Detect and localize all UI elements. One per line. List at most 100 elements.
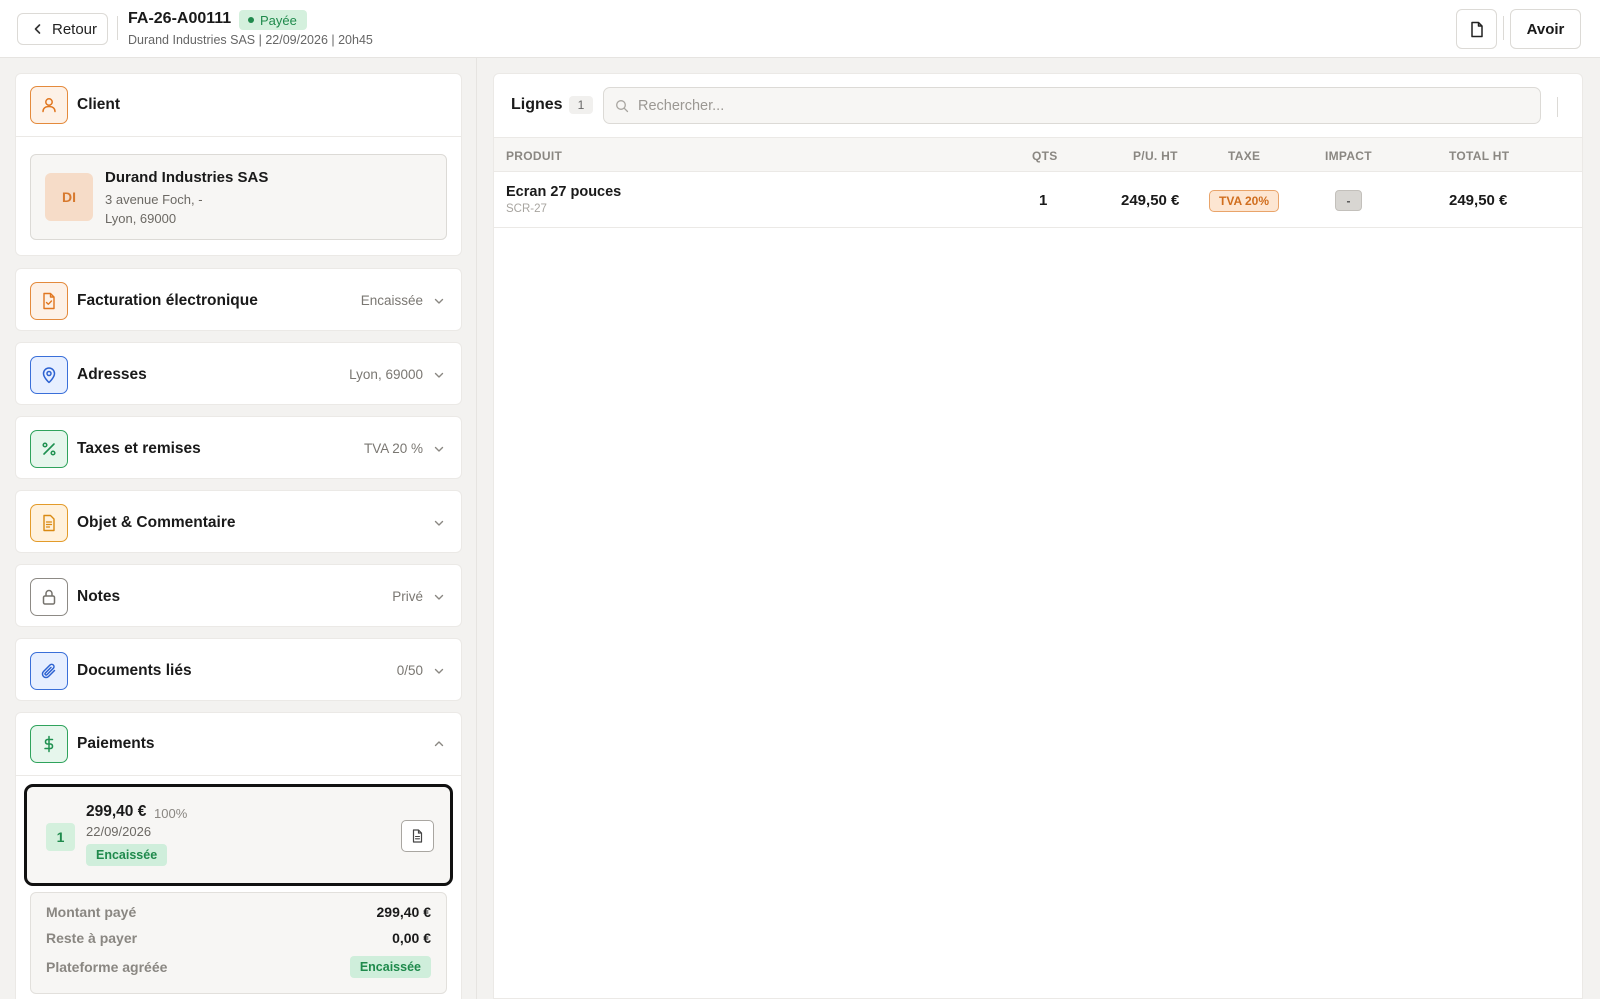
section-title: Adresses (77, 365, 147, 383)
section-value: Encaissée (360, 293, 423, 308)
status-dot-icon (248, 17, 254, 23)
section-title: Taxes et remises (77, 439, 201, 457)
address-line-1: 3 avenue Foch, - (105, 192, 203, 207)
chevron-down-icon (434, 668, 444, 674)
row-total: 249,50 € (1449, 192, 1508, 209)
section-header[interactable]: Objet & Commentaire (16, 491, 461, 554)
section-title: Paiements (77, 735, 155, 752)
section-facturation[interactable]: Facturation électronique Encaissée (15, 268, 462, 331)
section-header[interactable]: Notes Privé (16, 565, 461, 628)
divider (1503, 16, 1504, 40)
dollar-icon (30, 725, 68, 763)
client-name: Durand Industries SAS (105, 169, 269, 186)
lines-title: Lignes (511, 96, 563, 113)
section-value: 0/50 (396, 663, 423, 678)
section-objet[interactable]: Objet & Commentaire (15, 490, 462, 553)
file-check-icon (30, 281, 68, 320)
row-unit-price: 249,50 € (1121, 192, 1180, 209)
chevron-down-icon (434, 594, 444, 600)
back-button[interactable]: Retour (17, 13, 108, 45)
table-row[interactable]: Ecran 27 pouces SCR-27 1 249,50 € TVA 20… (494, 172, 1582, 228)
section-value: TVA 20 % (363, 441, 423, 456)
client-card-header: Client (16, 74, 461, 137)
row-qty: 1 (1039, 192, 1048, 209)
section-header[interactable]: Adresses Lyon, 69000 (16, 343, 461, 406)
section-notes[interactable]: Notes Privé (15, 564, 462, 627)
document-text-icon (30, 503, 68, 542)
column-qty: QTS (1032, 149, 1058, 163)
lines-header: Lignes 1 (494, 74, 1582, 138)
search-input[interactable] (638, 97, 1518, 114)
column-total: TOTAL HT (1449, 149, 1510, 163)
divider (117, 16, 118, 40)
remaining-value: 0,00 € (392, 930, 431, 946)
chevron-left-icon (34, 24, 41, 34)
percent-icon (30, 429, 68, 468)
back-label: Retour (52, 20, 98, 38)
remaining-label: Reste à payer (46, 930, 138, 946)
section-value: Privé (392, 589, 423, 604)
paperclip-icon (30, 651, 68, 690)
lines-count-badge: 1 (569, 96, 593, 114)
summary-row-paid: Montant payé 299,40 € (46, 904, 431, 920)
payment-index: 1 (46, 823, 75, 851)
section-header[interactable]: Facturation électronique Encaissée (16, 269, 461, 332)
client-summary[interactable]: DI Durand Industries SAS 3 avenue Foch, … (30, 154, 447, 240)
document-number: FA-26-A00111 (128, 10, 232, 27)
section-adresses[interactable]: Adresses Lyon, 69000 (15, 342, 462, 405)
client-address: 3 avenue Foch, - Lyon, 69000 (105, 190, 203, 228)
section-title: Documents liés (77, 661, 192, 679)
platform-label: Plateforme agréée (46, 959, 168, 975)
avoir-button[interactable]: Avoir (1510, 9, 1581, 49)
section-header[interactable]: Documents liés 0/50 (16, 639, 461, 702)
payment-percent: 100% (154, 806, 188, 821)
client-card: Client DI Durand Industries SAS 3 avenue… (15, 73, 462, 256)
lock-icon (30, 577, 68, 616)
status-label: Payée (260, 12, 297, 28)
payment-amount: 299,40 € (86, 803, 147, 820)
section-title: Notes (77, 587, 121, 605)
section-title: Facturation électronique (77, 291, 258, 309)
file-icon (1470, 21, 1483, 37)
impact-badge: - (1335, 190, 1362, 211)
section-title: Objet & Commentaire (77, 513, 236, 531)
section-documents[interactable]: Documents liés 0/50 (15, 638, 462, 701)
lines-panel: Lignes 1 PRODUIT QTS P/U. HT TAXE IMPACT… (493, 73, 1583, 999)
column-tax: TAXE (1228, 149, 1261, 163)
column-unit-price: P/U. HT (1133, 149, 1178, 163)
section-taxes[interactable]: Taxes et remises TVA 20 % (15, 416, 462, 479)
client-title: Client (77, 96, 121, 113)
column-product: PRODUIT (506, 149, 563, 163)
summary-row-platform: Plateforme agréée Encaissée (46, 956, 431, 978)
chevron-down-icon (434, 298, 444, 304)
search-icon (616, 99, 629, 112)
summary-row-remaining: Reste à payer 0,00 € (46, 930, 431, 946)
map-pin-icon (30, 355, 68, 394)
chevron-down-icon (434, 446, 444, 452)
top-bar: Retour FA-26-A00111 Payée Durand Industr… (0, 0, 1600, 58)
section-header[interactable]: Taxes et remises TVA 20 % (16, 417, 461, 480)
divider (1557, 97, 1558, 117)
table-header: PRODUIT QTS P/U. HT TAXE IMPACT TOTAL HT (494, 138, 1582, 172)
column-impact: IMPACT (1325, 149, 1372, 163)
receipt-file-icon (412, 829, 423, 843)
paid-value: 299,40 € (376, 904, 432, 920)
payment-item[interactable]: 1 299,40 € 100% 22/09/2026 Encaissée (24, 784, 453, 886)
user-icon (30, 86, 68, 124)
pdf-button[interactable] (1456, 9, 1497, 49)
section-value: Lyon, 69000 (349, 367, 423, 382)
search-box[interactable] (603, 87, 1541, 124)
status-badge: Payée (239, 10, 307, 30)
tax-badge: TVA 20% (1209, 190, 1280, 212)
product-name: Ecran 27 pouces (506, 184, 622, 200)
avatar: DI (45, 173, 93, 221)
payment-status-badge: Encaissée (86, 844, 168, 866)
payment-date: 22/09/2026 (86, 824, 152, 839)
payment-receipt-button[interactable] (401, 820, 434, 852)
paid-label: Montant payé (46, 904, 137, 920)
chevron-down-icon (434, 520, 444, 526)
product-sku: SCR-27 (506, 203, 547, 215)
document-subtitle: Durand Industries SAS | 22/09/2026 | 20h… (128, 33, 373, 47)
section-header[interactable]: Paiements (16, 713, 461, 776)
platform-status-badge: Encaissée (349, 956, 431, 978)
